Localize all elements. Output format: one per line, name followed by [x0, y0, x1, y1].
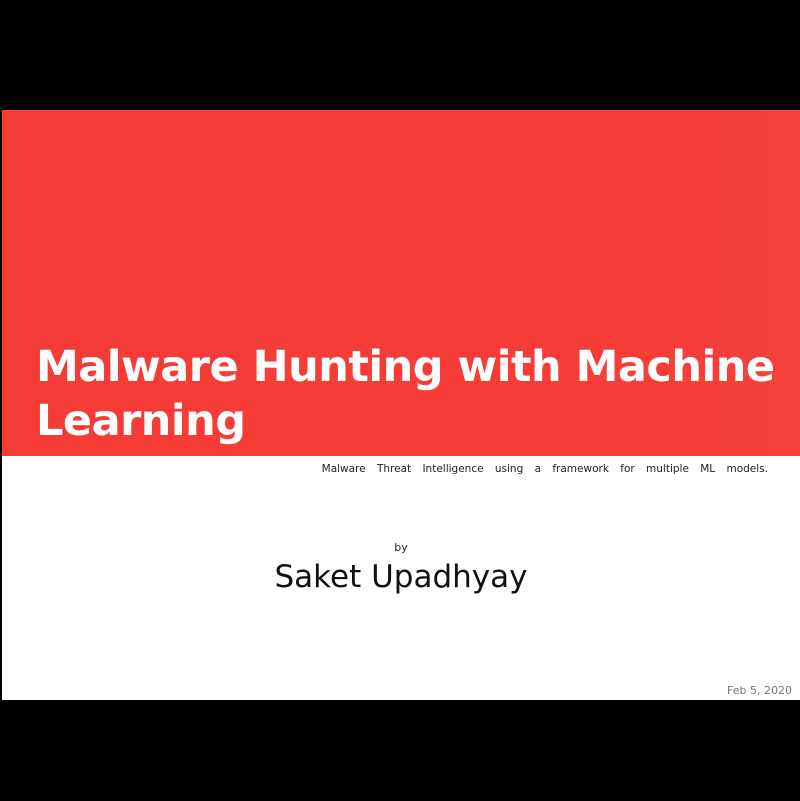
slide-title: Malware Hunting with Machine Learning — [36, 342, 775, 446]
slide-date: Feb 5, 2020 — [727, 684, 792, 697]
by-label: by — [394, 541, 408, 554]
presentation-slide: Malware Hunting with Machine Learning Ma… — [2, 110, 800, 700]
title-banner: Malware Hunting with Machine Learning — [2, 110, 800, 456]
slide-subtitle: Malware Threat Intelligence using a fram… — [321, 463, 768, 475]
author-name: Saket Upadhyay — [274, 559, 528, 595]
